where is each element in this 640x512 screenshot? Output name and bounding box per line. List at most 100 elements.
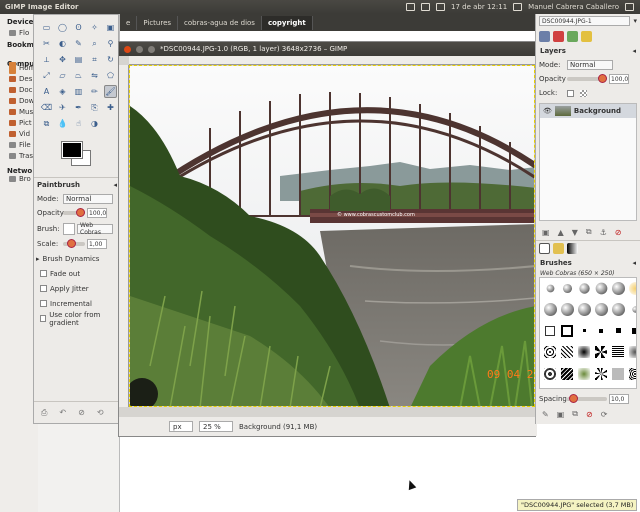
scale-slider[interactable] bbox=[63, 239, 85, 248]
brush-item[interactable] bbox=[611, 302, 625, 316]
breadcrumb-pictures[interactable]: Pictures bbox=[137, 15, 179, 30]
flip-tool-icon[interactable]: ⇋ bbox=[88, 69, 101, 82]
panel-menu-icon[interactable]: ◂ bbox=[632, 259, 636, 267]
restore-options-icon[interactable]: ↶ bbox=[59, 408, 66, 417]
brush-item[interactable] bbox=[611, 324, 625, 338]
lock-alpha-icon[interactable] bbox=[580, 89, 587, 97]
tab-layers-icon[interactable] bbox=[539, 30, 550, 42]
ellipse-select-tool-icon[interactable]: ◯ bbox=[56, 21, 69, 34]
zoom-tool-icon[interactable]: ⚲ bbox=[104, 37, 117, 50]
rotate-tool-icon[interactable]: ↻ bbox=[104, 53, 117, 66]
image-selector[interactable]: DSC00944.JPG-1 bbox=[539, 16, 631, 26]
brush-item[interactable] bbox=[628, 281, 636, 295]
user-name[interactable]: Manuel Cabrera Caballero bbox=[528, 3, 619, 11]
vertical-ruler[interactable] bbox=[119, 65, 129, 407]
panel-menu-icon[interactable]: ◂ bbox=[113, 181, 117, 189]
eraser-tool-icon[interactable]: ⌫ bbox=[40, 101, 53, 114]
scissors-tool-icon[interactable]: ✂ bbox=[40, 37, 53, 50]
minimize-icon[interactable] bbox=[136, 45, 143, 53]
new-layer-icon[interactable]: ▣ bbox=[542, 228, 550, 237]
brush-preview-icon[interactable] bbox=[63, 222, 75, 235]
mode-select[interactable]: Normal bbox=[63, 194, 113, 204]
eye-icon[interactable]: 👁 bbox=[543, 107, 552, 115]
brush-item[interactable] bbox=[560, 324, 574, 338]
maximize-icon[interactable] bbox=[148, 45, 155, 53]
lock-pixels-checkbox[interactable] bbox=[567, 89, 574, 97]
brush-item[interactable] bbox=[577, 367, 591, 381]
brush-item[interactable] bbox=[594, 302, 608, 316]
brush-item[interactable] bbox=[611, 367, 625, 381]
brush-item[interactable] bbox=[628, 367, 636, 381]
brush-item[interactable] bbox=[594, 345, 608, 359]
brush-item[interactable] bbox=[560, 367, 574, 381]
lower-layer-icon[interactable]: ▼ bbox=[572, 228, 578, 237]
crop-tool-icon[interactable]: ⌗ bbox=[88, 53, 101, 66]
scale-value[interactable]: 1,00 bbox=[87, 239, 107, 249]
delete-brush-icon[interactable]: ⊘ bbox=[586, 410, 593, 419]
brush-item[interactable] bbox=[594, 324, 608, 338]
smudge-tool-icon[interactable]: ☝ bbox=[72, 117, 85, 130]
delete-layer-icon[interactable]: ⊘ bbox=[615, 228, 622, 237]
cage-tool-icon[interactable]: ⬠ bbox=[104, 69, 117, 82]
dodge-burn-tool-icon[interactable]: ◑ bbox=[88, 117, 101, 130]
breadcrumb-cobras[interactable]: cobras-agua de dios bbox=[178, 15, 262, 30]
anchor-layer-icon[interactable]: ⚓ bbox=[600, 228, 607, 237]
brush-dynamics-expander[interactable]: ▸ Brush Dynamics bbox=[34, 251, 120, 266]
measure-tool-icon[interactable]: ⟂ bbox=[40, 53, 53, 66]
heal-tool-icon[interactable]: ✚ bbox=[104, 101, 117, 114]
fuzzy-select-tool-icon[interactable]: ✧ bbox=[88, 21, 101, 34]
slider-knob[interactable] bbox=[67, 239, 76, 248]
paths-tool-icon[interactable]: ✎ bbox=[72, 37, 85, 50]
fade-out-checkbox[interactable]: Fade out bbox=[34, 266, 120, 281]
tab-paths-icon[interactable] bbox=[567, 30, 578, 42]
brush-item[interactable] bbox=[594, 367, 608, 381]
brush-item[interactable] bbox=[594, 281, 608, 295]
color-select-tool-icon[interactable]: ▣ bbox=[104, 21, 117, 34]
image-canvas[interactable]: © www.cobrascustomclub.com 09 04 2 bbox=[129, 65, 535, 407]
breadcrumb-copyright[interactable]: copyright bbox=[261, 15, 313, 30]
brush-item[interactable] bbox=[611, 281, 625, 295]
foreground-color-swatch[interactable] bbox=[61, 141, 83, 159]
brush-item[interactable] bbox=[560, 345, 574, 359]
unit-select[interactable]: px bbox=[169, 421, 193, 432]
perspective-clone-tool-icon[interactable]: ⧉ bbox=[40, 117, 53, 130]
tab-channels-icon[interactable] bbox=[553, 30, 564, 42]
incremental-checkbox[interactable]: Incremental bbox=[34, 296, 120, 311]
bucket-fill-tool-icon[interactable]: ◈ bbox=[56, 85, 69, 98]
tab-brushes-icon[interactable] bbox=[539, 243, 550, 254]
new-brush-icon[interactable]: ▣ bbox=[557, 410, 565, 419]
brush-item[interactable] bbox=[577, 324, 591, 338]
slider-knob[interactable] bbox=[76, 208, 85, 217]
scale-tool-icon[interactable]: ⤢ bbox=[40, 69, 53, 82]
slider-knob[interactable] bbox=[569, 394, 578, 403]
clock[interactable]: 17 de abr 12:11 bbox=[451, 3, 507, 11]
paintbrush-tool-icon[interactable]: 🖌 bbox=[104, 85, 117, 98]
brush-item[interactable] bbox=[628, 302, 636, 316]
close-icon[interactable] bbox=[124, 45, 131, 53]
delete-options-icon[interactable]: ⊘ bbox=[78, 408, 85, 417]
brush-item[interactable] bbox=[543, 281, 557, 295]
foreground-select-tool-icon[interactable]: ◐ bbox=[56, 37, 69, 50]
auto-button[interactable]: ▾ bbox=[633, 17, 637, 25]
raise-layer-icon[interactable]: ▲ bbox=[558, 228, 564, 237]
brush-item[interactable] bbox=[577, 345, 591, 359]
layer-row[interactable]: 👁 Background bbox=[540, 104, 636, 118]
color-picker-tool-icon[interactable]: ⌕ bbox=[88, 37, 101, 50]
brush-item[interactable] bbox=[560, 302, 574, 316]
move-tool-icon[interactable]: ✥ bbox=[56, 53, 69, 66]
pencil-tool-icon[interactable]: ✏ bbox=[88, 85, 101, 98]
mail-icon[interactable] bbox=[406, 3, 416, 11]
brush-item[interactable] bbox=[543, 324, 557, 338]
layer-mode-select[interactable]: Normal bbox=[567, 60, 613, 70]
spacing-slider[interactable] bbox=[567, 394, 607, 403]
opacity-value[interactable]: 100,0 bbox=[87, 208, 107, 218]
perspective-tool-icon[interactable]: ⏢ bbox=[72, 69, 85, 82]
blend-tool-icon[interactable]: ▥ bbox=[72, 85, 85, 98]
opacity-slider[interactable] bbox=[63, 208, 85, 217]
tab-undo-icon[interactable] bbox=[581, 30, 592, 42]
tab-patterns-icon[interactable] bbox=[553, 243, 564, 254]
airbrush-tool-icon[interactable]: ✈ bbox=[56, 101, 69, 114]
network-icon[interactable] bbox=[421, 3, 431, 11]
zoom-select[interactable]: 25 % bbox=[199, 421, 233, 432]
panel-menu-icon[interactable]: ◂ bbox=[632, 47, 636, 55]
